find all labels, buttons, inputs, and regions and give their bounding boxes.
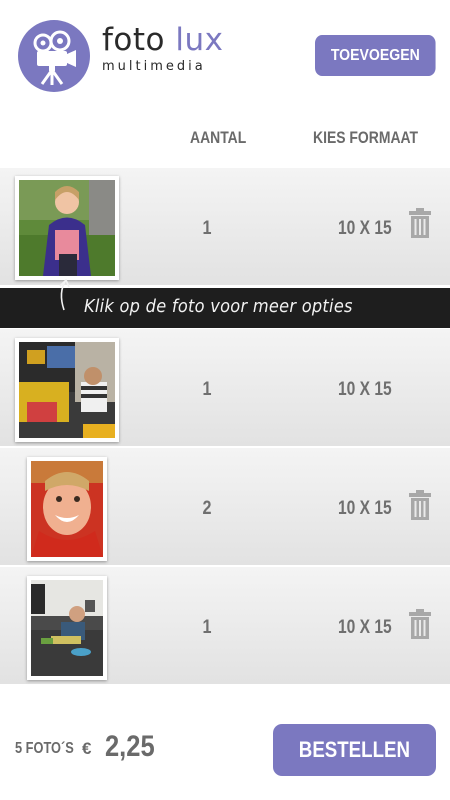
currency-symbol: € bbox=[82, 739, 92, 758]
photo-row: 2 10 X 15 bbox=[0, 447, 450, 565]
brand-name: foto lux bbox=[102, 22, 223, 58]
trash-icon[interactable] bbox=[408, 208, 432, 238]
brand-subtitle: multimedia bbox=[102, 59, 206, 74]
format-value[interactable]: 10 X 15 bbox=[338, 218, 392, 240]
child-at-arcade-photo bbox=[19, 342, 115, 438]
column-header-quantity: AANTAL bbox=[190, 128, 247, 147]
order-button-label: BESTELLEN bbox=[298, 737, 411, 762]
photo-row: 1 10 X 15 bbox=[0, 167, 450, 285]
hint-text: Klik op de foto voor meer opties bbox=[84, 296, 353, 317]
order-footer: 5 FOTO´S € 2,25 BESTELLEN bbox=[0, 690, 450, 800]
girl-in-garden-photo bbox=[19, 180, 115, 276]
brand-logo: foto lux multimedia bbox=[102, 22, 223, 74]
total-price: 2,25 bbox=[105, 730, 155, 763]
child-face-red-hood-photo bbox=[31, 461, 103, 557]
quantity-value[interactable]: 1 bbox=[198, 218, 217, 240]
app-header: foto lux multimedia TOEVOEGEN bbox=[0, 0, 450, 110]
brand-main: foto bbox=[102, 22, 166, 58]
photo-row: 1 10 X 15 bbox=[0, 566, 450, 684]
add-button[interactable]: TOEVOEGEN bbox=[315, 35, 436, 76]
format-value[interactable]: 10 X 15 bbox=[338, 379, 392, 401]
quantity-value[interactable]: 1 bbox=[198, 379, 217, 401]
child-on-couch-photo bbox=[31, 580, 103, 676]
column-header-format[interactable]: KIES FORMAAT bbox=[313, 128, 418, 148]
logo-camera-icon bbox=[18, 20, 90, 92]
format-value[interactable]: 10 X 15 bbox=[338, 617, 392, 639]
photo-thumbnail[interactable] bbox=[15, 338, 119, 442]
format-value[interactable]: 10 X 15 bbox=[338, 498, 392, 520]
quantity-value[interactable]: 2 bbox=[198, 498, 217, 520]
photo-count: 5 FOTO´S bbox=[15, 740, 74, 757]
brand-accent: lux bbox=[175, 22, 224, 58]
order-button[interactable]: BESTELLEN bbox=[273, 724, 436, 776]
trash-icon[interactable] bbox=[408, 609, 432, 639]
photo-thumbnail[interactable] bbox=[15, 176, 119, 280]
photo-thumbnail[interactable] bbox=[27, 457, 107, 561]
quantity-value[interactable]: 1 bbox=[198, 617, 217, 639]
photo-thumbnail[interactable] bbox=[27, 576, 107, 680]
trash-icon[interactable] bbox=[408, 490, 432, 520]
photo-row: 1 10 X 15 bbox=[0, 328, 450, 446]
curved-arrow-icon bbox=[59, 278, 70, 311]
